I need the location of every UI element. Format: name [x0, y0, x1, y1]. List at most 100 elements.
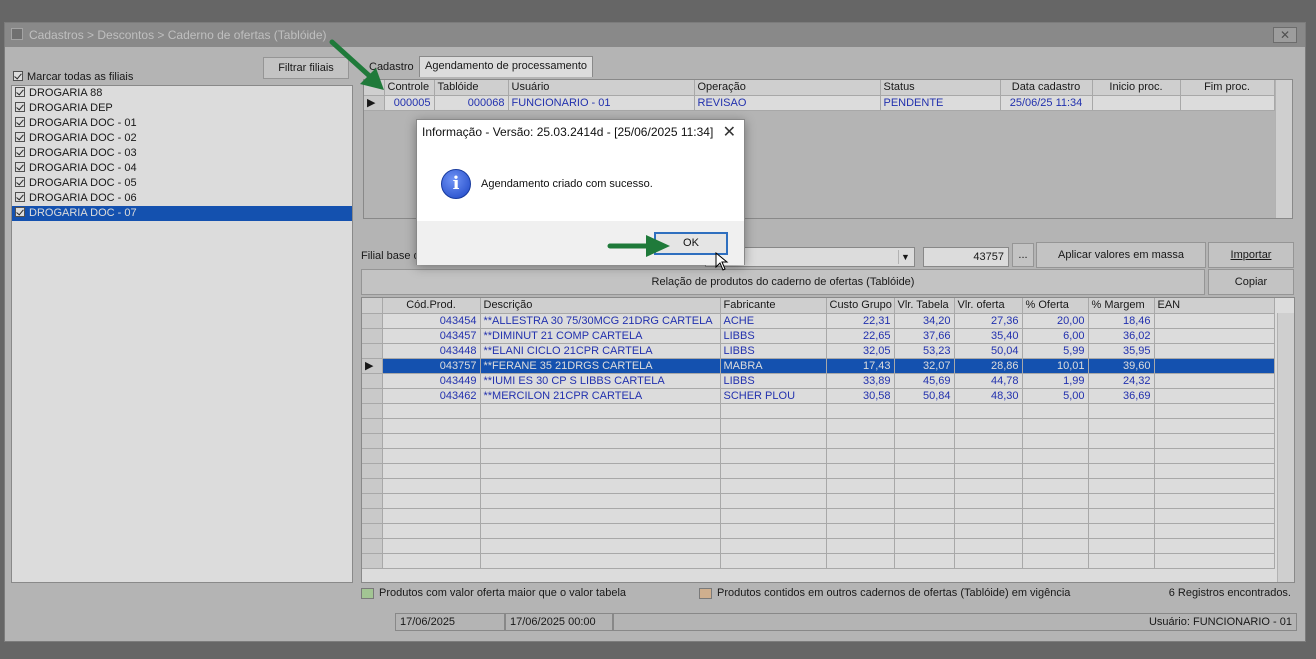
checkbox-icon[interactable]	[15, 147, 25, 157]
cell-inicio[interactable]	[1092, 95, 1181, 111]
cell-cod[interactable]: 043448	[382, 343, 481, 359]
cell-controle[interactable]: 000005	[384, 95, 435, 111]
col-controle[interactable]: Controle	[384, 80, 435, 96]
cell-cod[interactable]: 043757	[382, 358, 481, 374]
cell-pof[interactable]	[1022, 463, 1089, 479]
cell-cod[interactable]	[382, 538, 481, 554]
copy-button[interactable]: Copiar	[1208, 269, 1294, 295]
cell-custo[interactable]	[826, 493, 895, 509]
import-button[interactable]: Importar	[1208, 242, 1294, 268]
cell-usuario[interactable]: FUNCIONARIO - 01	[508, 95, 695, 111]
cell-pof[interactable]: 5,00	[1022, 388, 1089, 404]
cell-ean[interactable]	[1154, 553, 1275, 569]
branch-item[interactable]: DROGARIA DOC - 04	[12, 161, 352, 176]
cell-ean[interactable]	[1154, 403, 1275, 419]
cell-pof[interactable]	[1022, 478, 1089, 494]
cell-desc[interactable]	[480, 448, 721, 464]
cell-pmar[interactable]	[1088, 523, 1155, 539]
col-pct-margem[interactable]: % Margem	[1088, 298, 1155, 314]
table-row[interactable]: 043462 **MERCILON 21CPR CARTELA SCHER PLOU…	[362, 388, 1275, 404]
cell-ean[interactable]	[1154, 433, 1275, 449]
cell-fab[interactable]	[720, 403, 827, 419]
cell-custo[interactable]	[826, 478, 895, 494]
cell-fab[interactable]: LIBBS	[720, 328, 827, 344]
cell-custo[interactable]	[826, 448, 895, 464]
cell-vtab[interactable]: 53,23	[894, 343, 955, 359]
branch-item[interactable]: DROGARIA DOC - 01	[12, 116, 352, 131]
cell-fim[interactable]	[1180, 95, 1275, 111]
cell-fab[interactable]: MABRA	[720, 358, 827, 374]
checkbox-icon[interactable]	[15, 177, 25, 187]
cell-ean[interactable]	[1154, 418, 1275, 434]
close-icon[interactable]: ✕	[1273, 27, 1297, 43]
cell-ean[interactable]	[1154, 448, 1275, 464]
table-row[interactable]: ▶ 043757 **FERANE 35 21DRGS CARTELA MABRA 17…	[362, 358, 1275, 374]
cell-cod[interactable]	[382, 553, 481, 569]
select-all-checkbox[interactable]: Marcar todas as filiais	[13, 71, 133, 83]
cell-desc[interactable]: **MERCILON 21CPR CARTELA	[480, 388, 721, 404]
cell-cod[interactable]	[382, 418, 481, 434]
cell-custo[interactable]	[826, 463, 895, 479]
cell-desc[interactable]: **IUMI ES 30 CP S LIBBS CARTELA	[480, 373, 721, 389]
cell-voferta[interactable]	[954, 433, 1023, 449]
cell-voferta[interactable]	[954, 403, 1023, 419]
table-row[interactable]	[362, 478, 1275, 494]
cell-cod[interactable]	[382, 448, 481, 464]
col-fabricante[interactable]: Fabricante	[720, 298, 827, 314]
col-custo-grupo[interactable]: Custo Grupo	[826, 298, 895, 314]
cell-custo[interactable]: 17,43	[826, 358, 895, 374]
table-row[interactable]	[362, 523, 1275, 539]
chevron-down-icon[interactable]: ▼	[898, 250, 912, 264]
cell-cod[interactable]	[382, 493, 481, 509]
cell-fab[interactable]	[720, 508, 827, 524]
branch-item[interactable]: DROGARIA DOC - 06	[12, 191, 352, 206]
col-descricao[interactable]: Descrição	[480, 298, 721, 314]
cell-pof[interactable]	[1022, 553, 1089, 569]
cell-cod[interactable]: 043462	[382, 388, 481, 404]
cell-data-cadastro[interactable]: 25/06/25 11:34	[1000, 95, 1093, 111]
cell-ean[interactable]	[1154, 463, 1275, 479]
cell-desc[interactable]	[480, 493, 721, 509]
cell-pmar[interactable]: 24,32	[1088, 373, 1155, 389]
cell-desc[interactable]	[480, 403, 721, 419]
cell-fab[interactable]	[720, 478, 827, 494]
cell-custo[interactable]	[826, 418, 895, 434]
cell-desc[interactable]: **ALLESTRA 30 75/30MCG 21DRG CARTELA	[480, 313, 721, 329]
cell-ean[interactable]	[1154, 478, 1275, 494]
cell-voferta[interactable]	[954, 448, 1023, 464]
cell-custo[interactable]	[826, 523, 895, 539]
cell-pmar[interactable]	[1088, 448, 1155, 464]
cell-voferta[interactable]	[954, 538, 1023, 554]
cell-ean[interactable]	[1154, 523, 1275, 539]
checkbox-icon[interactable]	[15, 162, 25, 172]
cell-custo[interactable]: 33,89	[826, 373, 895, 389]
table-row[interactable]	[362, 508, 1275, 524]
cell-desc[interactable]	[480, 478, 721, 494]
cell-custo[interactable]	[826, 538, 895, 554]
cell-vtab[interactable]: 34,20	[894, 313, 955, 329]
cell-cod[interactable]: 043454	[382, 313, 481, 329]
cell-fab[interactable]	[720, 418, 827, 434]
cell-pmar[interactable]	[1088, 433, 1155, 449]
cell-desc[interactable]	[480, 553, 721, 569]
table-row[interactable]	[362, 463, 1275, 479]
cell-pof[interactable]	[1022, 433, 1089, 449]
checkbox-icon[interactable]	[15, 192, 25, 202]
cell-ean[interactable]	[1154, 313, 1275, 329]
table-row[interactable]	[362, 403, 1275, 419]
cell-pof[interactable]	[1022, 448, 1089, 464]
cell-vtab[interactable]	[894, 403, 955, 419]
table-row[interactable]	[362, 433, 1275, 449]
cell-voferta[interactable]: 50,04	[954, 343, 1023, 359]
cell-ean[interactable]	[1154, 373, 1275, 389]
cell-desc[interactable]: **DIMINUT 21 COMP CARTELA	[480, 328, 721, 344]
cell-vtab[interactable]: 50,84	[894, 388, 955, 404]
cell-fab[interactable]	[720, 523, 827, 539]
cell-vtab[interactable]	[894, 508, 955, 524]
cell-desc[interactable]	[480, 538, 721, 554]
col-inicio[interactable]: Inicio proc.	[1092, 80, 1181, 96]
cell-voferta[interactable]: 27,36	[954, 313, 1023, 329]
cell-desc[interactable]: **ELANI CICLO 21CPR CARTELA	[480, 343, 721, 359]
checkbox-icon[interactable]	[15, 132, 25, 142]
cell-ean[interactable]	[1154, 358, 1275, 374]
